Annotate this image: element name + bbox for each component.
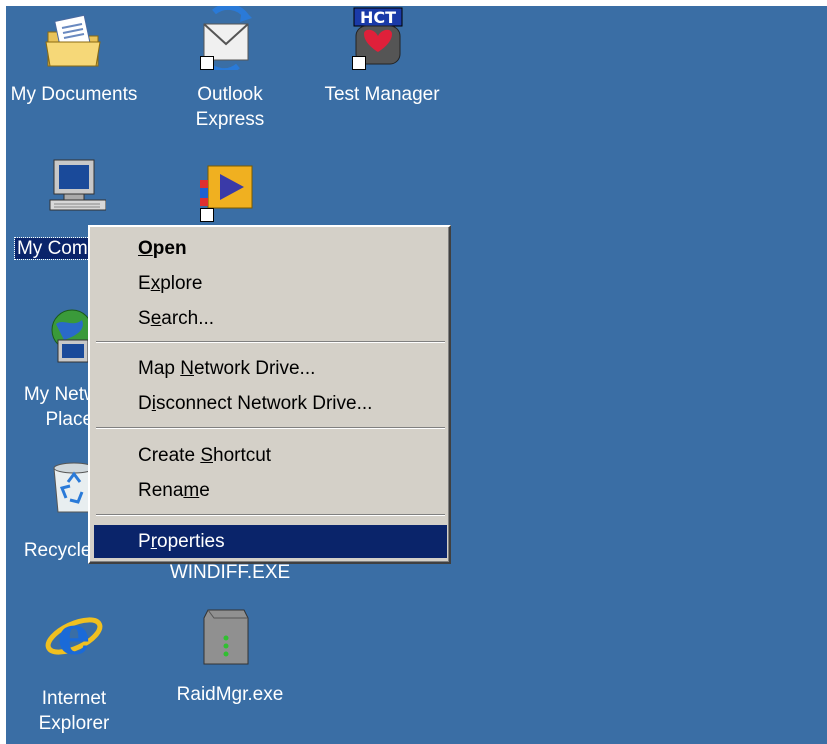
icon-label: My Documents [10,84,138,105]
menu-item-search[interactable]: Search... [94,302,447,335]
shortcut-arrow-icon [200,56,214,70]
menu-item-label: Rename [138,480,210,501]
desktop-icon-media-player[interactable] [160,156,300,236]
desktop-icon-outlook-express[interactable]: Outlook Express [160,6,300,136]
icon-label: Test Manager [324,84,440,105]
computer-icon [49,159,106,211]
menu-item-create-shortcut[interactable]: Create Shortcut [94,439,447,472]
menu-item-label: Explore [138,273,203,294]
menu-item-label: Properties [138,531,225,552]
menu-separator [96,341,445,343]
shortcut-arrow-icon [200,208,214,222]
context-menu[interactable]: Open Explore Search... Map Network Drive… [88,225,451,564]
shortcut-arrow-icon [352,56,366,70]
menu-item-label: Map Network Drive... [138,358,316,379]
icon-label: RaidMgr.exe [176,684,284,705]
menu-item-map-network-drive[interactable]: Map Network Drive... [94,352,447,385]
menu-item-label: Search... [138,308,215,329]
menu-item-rename[interactable]: Rename [94,474,447,507]
internet-explorer-icon: e [45,606,103,667]
menu-item-disconnect-network-drive[interactable]: Disconnect Network Drive... [94,387,447,420]
raidmgr-icon [203,609,249,665]
menu-separator [96,427,445,429]
menu-item-open[interactable]: Open [94,232,447,265]
menu-item-label: Open [138,238,187,259]
desktop[interactable]: My Documents Outlook Express HCT Test Ma… [6,6,827,744]
svg-text:HCT: HCT [360,8,396,27]
desktop-icon-internet-explorer[interactable]: e Internet Explorer [6,604,144,739]
desktop-icon-raidmgr[interactable]: RaidMgr.exe [160,604,300,714]
folder-documents-icon [45,14,101,67]
svg-text:e: e [57,606,90,667]
icon-label: Internet Explorer [38,688,110,734]
menu-item-label: Disconnect Network Drive... [138,393,373,414]
icon-label: Outlook Express [195,84,265,130]
desktop-icon-test-manager[interactable]: HCT Test Manager [312,6,452,116]
menu-item-properties[interactable]: Properties [94,525,447,558]
menu-item-label: Create Shortcut [138,445,272,466]
menu-separator [96,514,445,516]
menu-item-explore[interactable]: Explore [94,267,447,300]
desktop-icon-my-documents[interactable]: My Documents [6,6,144,116]
